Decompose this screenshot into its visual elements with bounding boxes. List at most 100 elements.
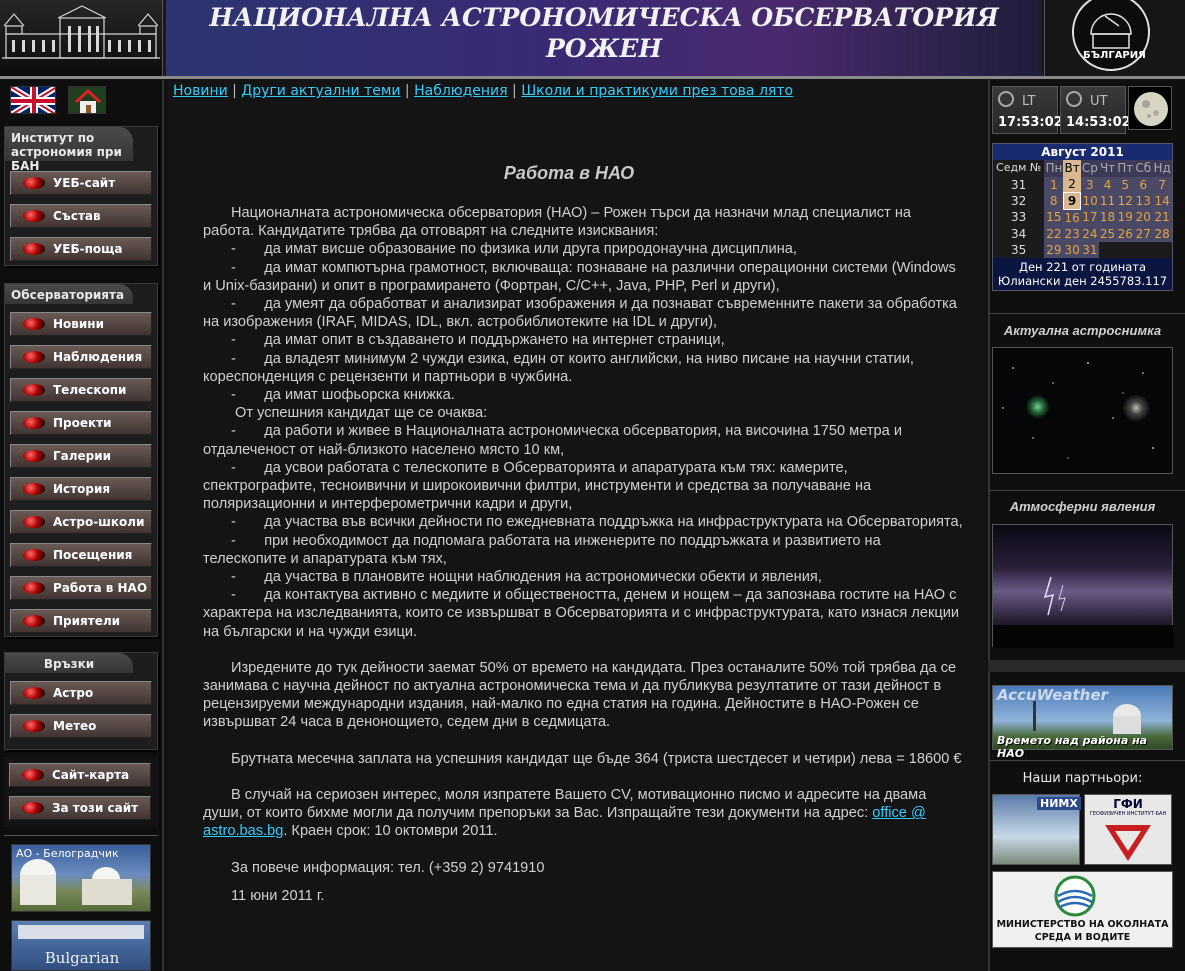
home-icon[interactable]	[68, 86, 106, 114]
nav-astro-link-button[interactable]: Астро	[10, 681, 152, 705]
expectation-item: - да участва в плановите нощни наблюдени…	[203, 568, 963, 586]
nav-history-button[interactable]: История	[10, 477, 152, 501]
observatory-building-logo[interactable]	[0, 0, 163, 76]
calendar-day[interactable]: 2	[1063, 176, 1081, 193]
calendar-day[interactable]: 12	[1116, 192, 1135, 210]
nav-web-site-button[interactable]: УЕБ-сайт	[10, 171, 152, 195]
nav-projects-button[interactable]: Проекти	[10, 411, 152, 435]
astro-photo-image[interactable]	[992, 347, 1173, 474]
nav-staff-button[interactable]: Състав	[10, 204, 152, 228]
calendar-day[interactable]: 16	[1063, 209, 1081, 226]
expectations-intro: От успешния кандидат ще се очаква:	[235, 405, 488, 422]
calendar-day[interactable]: 14	[1152, 192, 1172, 210]
topnav-news-link[interactable]: Новини	[173, 83, 228, 99]
calendar-day[interactable]: 25	[1098, 225, 1117, 242]
nav-visits-button[interactable]: Посещения	[10, 543, 152, 567]
calendar-day[interactable]: 22	[1044, 225, 1064, 242]
extra-panel: Сайт-карта За този сайт	[4, 757, 158, 827]
bullet-icon	[23, 687, 45, 699]
contact-paragraph: За повече информация: тел. (+359 2) 9741…	[231, 859, 545, 876]
calendar-day[interactable]: 6	[1134, 176, 1153, 193]
calendar-day[interactable]: 17	[1080, 209, 1099, 226]
brochure-header-strip	[18, 925, 144, 939]
calendar-week-number: 32	[993, 192, 1045, 210]
bullet-icon	[23, 450, 45, 462]
calendar-day[interactable]: 8	[1044, 192, 1064, 210]
nav-about-button[interactable]: За този сайт	[9, 796, 151, 820]
partner-gfi-logo[interactable]: ГФИ ГЕОФИЗИЧЕН ИНСТИТУТ-БАН	[1084, 794, 1172, 865]
nav-jobs-button[interactable]: Работа в НАО	[10, 576, 152, 600]
calendar-day[interactable]: 3	[1080, 176, 1099, 193]
calendar-day[interactable]: 23	[1063, 225, 1081, 242]
bulgarian-brochure-thumbnail[interactable]: Bulgarian	[11, 920, 151, 971]
belogradchik-thumbnail[interactable]: АО - Белоградчик	[11, 844, 151, 912]
nav-friends-button[interactable]: Приятели	[10, 609, 152, 633]
nav-label: Посещения	[53, 548, 133, 562]
nav-observations-button[interactable]: Наблюдения	[10, 345, 152, 369]
calendar-day[interactable]: 4	[1098, 176, 1117, 193]
site-title: НАЦИОНАЛНА АСТРОНОМИЧЕСКА ОБСЕРВАТОРИЯ Р…	[166, 0, 1042, 76]
calendar-day[interactable]: 5	[1116, 176, 1135, 193]
calendar-day[interactable]: 27	[1134, 225, 1153, 242]
right-divider-bar	[988, 660, 1185, 672]
calendar-day[interactable]: 26	[1116, 225, 1135, 242]
nav-web-mail-button[interactable]: УЕБ-поща	[10, 237, 152, 261]
nav-galleries-button[interactable]: Галерии	[10, 444, 152, 468]
clock-icon	[1066, 91, 1082, 107]
requirement-text: да умеят да обработват и анализират изоб…	[203, 296, 957, 331]
calendar-day[interactable]: 11	[1098, 192, 1117, 210]
calendar-day[interactable]: 13	[1134, 192, 1153, 210]
calendar-day[interactable]: 30	[1063, 241, 1081, 259]
nav-sitemap-button[interactable]: Сайт-карта	[9, 763, 151, 787]
calendar-today[interactable]: 9	[1062, 192, 1082, 210]
calendar-day[interactable]: 1	[1044, 176, 1064, 193]
calendar-week-number: 33	[993, 209, 1045, 226]
moon-phase-icon[interactable]	[1128, 86, 1172, 130]
calendar-day[interactable]: 18	[1098, 209, 1117, 226]
topnav-schools-link[interactable]: Школи и практикуми през това лято	[521, 83, 793, 99]
calendar-day[interactable]: 7	[1152, 176, 1172, 193]
requirement-item: - да владеят минимум 2 чужди езика, един…	[203, 350, 963, 386]
english-flag-icon[interactable]	[10, 86, 56, 114]
nav-telescopes-button[interactable]: Телескопи	[10, 378, 152, 402]
calendar-widget: Август 2011 Седм № Пн Вт Ср Чт Пт Сб Нд …	[992, 143, 1173, 292]
expectation-text: да контактува активно с медиите и общест…	[203, 587, 960, 640]
calendar-day[interactable]: 28	[1152, 225, 1172, 242]
calendar-day[interactable]: 31	[1080, 241, 1099, 259]
star-field-icon	[1002, 362, 1154, 459]
nav-astro-schools-button[interactable]: Астро-школи	[10, 510, 152, 534]
bullet-dash: -	[231, 241, 236, 258]
partner-gfi-label: ГФИ	[1113, 797, 1143, 811]
calendar-day[interactable]: 29	[1044, 241, 1064, 259]
ministry-name-line1: МИНИСТЕРСТВО НА ОКОЛНАТА	[996, 919, 1169, 930]
calendar-day[interactable]: 20	[1134, 209, 1153, 226]
bullet-dash: -	[231, 514, 236, 531]
requirement-text: да имат шофьорска книжка.	[264, 387, 455, 404]
lightning-photo-image[interactable]	[992, 524, 1174, 648]
bullet-dash: -	[231, 296, 236, 313]
topnav-other-topics-link[interactable]: Други актуални теми	[241, 83, 400, 99]
nav-meteo-link-button[interactable]: Метео	[10, 714, 152, 738]
left-sidebar: Институт по астрономия при БАН УЕБ-сайт …	[0, 80, 164, 971]
nav-label: Астро	[53, 686, 94, 700]
work-time-paragraph: Изредените до тук дейности заемат 50% от…	[203, 659, 957, 731]
requirement-text: да имат висше образование по физика или …	[264, 241, 797, 258]
observatory-emblem[interactable]: БЪЛГАРИЯ	[1044, 0, 1185, 76]
topnav-observations-link[interactable]: Наблюдения	[414, 83, 507, 99]
bullet-icon	[23, 483, 45, 495]
calendar-day[interactable]: 21	[1152, 209, 1172, 226]
calendar-day[interactable]: 10	[1080, 192, 1099, 210]
calendar-week-number: 34	[993, 225, 1045, 242]
partner-ministry-logo[interactable]: МИНИСТЕРСТВО НА ОКОЛНАТА СРЕДА И ВОДИТЕ	[992, 871, 1173, 948]
partner-nimh-logo[interactable]: НИМХ	[992, 794, 1081, 865]
calendar-day[interactable]: 19	[1116, 209, 1135, 226]
right-divider	[988, 313, 1185, 314]
nav-news-button[interactable]: Новини	[10, 312, 152, 336]
weather-widget[interactable]: AccuWeather Времето над района на НАО	[992, 685, 1173, 760]
building-drawing-icon	[2, 5, 160, 59]
calendar-day[interactable]: 15	[1044, 209, 1064, 226]
calendar-day-header: Вт	[1063, 160, 1081, 177]
requirement-item: - да имат висше образование по физика ил…	[203, 240, 963, 258]
top-navigation: Новини | Други актуални теми | Наблюдени…	[173, 83, 793, 99]
calendar-day[interactable]: 24	[1080, 225, 1099, 242]
